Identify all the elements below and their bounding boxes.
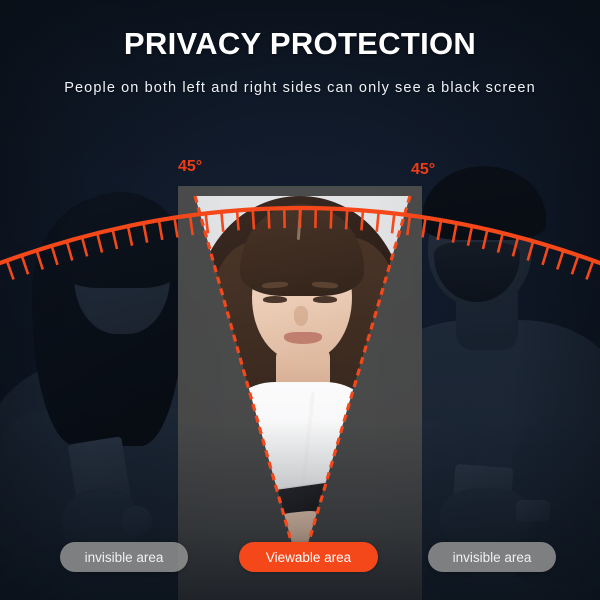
page-subtitle: People on both left and right sides can … <box>64 80 536 96</box>
left-person-watch <box>122 506 152 536</box>
center-person-eye-right <box>313 296 337 303</box>
center-person-nose <box>294 306 308 326</box>
legend-pill-invisible-left[interactable]: invisible area <box>60 542 188 572</box>
right-person-hair <box>422 166 546 240</box>
privacy-protection-infographic: PRIVACY PROTECTION People on both left a… <box>0 0 600 600</box>
page-title: PRIVACY PROTECTION <box>123 26 477 61</box>
center-person-mouth <box>284 332 322 344</box>
angle-label-left: 45° <box>178 158 203 175</box>
legend-pill-viewable[interactable]: Viewable area <box>239 542 378 572</box>
angle-label-right: 45° <box>411 161 436 178</box>
legend-pill-invisible-right[interactable]: invisible area <box>428 542 556 572</box>
center-person-eye-left <box>263 296 287 303</box>
right-person-watch <box>516 500 550 522</box>
